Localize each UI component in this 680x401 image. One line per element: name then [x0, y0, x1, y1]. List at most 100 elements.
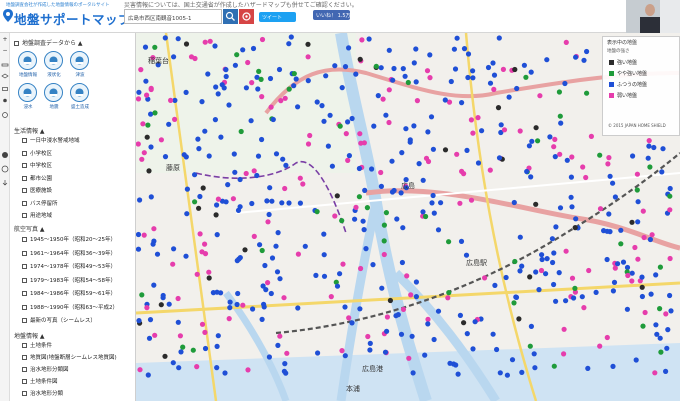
survey-point[interactable] — [558, 120, 564, 126]
survey-point[interactable] — [197, 231, 203, 237]
survey-point[interactable] — [319, 103, 325, 109]
survey-point[interactable] — [465, 74, 471, 81]
survey-point[interactable] — [148, 85, 154, 91]
survey-point[interactable] — [321, 252, 327, 258]
aerial-layer-checkbox[interactable] — [22, 237, 27, 242]
survey-point[interactable] — [305, 141, 312, 147]
survey-point[interactable] — [410, 370, 416, 376]
flood-icon[interactable] — [18, 83, 37, 102]
survey-point[interactable] — [464, 331, 470, 337]
survey-point[interactable] — [454, 35, 460, 41]
survey-point[interactable] — [343, 131, 349, 137]
survey-point[interactable] — [532, 365, 538, 371]
survey-point[interactable] — [356, 165, 362, 172]
survey-point[interactable] — [214, 343, 220, 349]
survey-point[interactable] — [551, 144, 557, 150]
survey-point[interactable] — [569, 154, 575, 160]
survey-point[interactable] — [413, 79, 419, 85]
ruler-icon[interactable] — [1, 61, 9, 69]
survey-point[interactable] — [232, 62, 238, 68]
survey-point[interactable] — [288, 34, 294, 40]
aerial-layer-checkbox[interactable] — [22, 318, 27, 323]
survey-point[interactable] — [386, 87, 392, 93]
survey-point[interactable] — [349, 320, 355, 326]
survey-point[interactable] — [367, 347, 373, 353]
survey-point[interactable] — [242, 247, 248, 253]
survey-point[interactable] — [544, 256, 550, 262]
survey-point[interactable] — [240, 47, 246, 53]
survey-point[interactable] — [212, 43, 218, 49]
survey-point[interactable] — [547, 134, 553, 140]
survey-point[interactable] — [222, 370, 228, 376]
survey-point[interactable] — [625, 272, 631, 279]
survey-point[interactable] — [329, 163, 335, 169]
survey-point[interactable] — [398, 331, 405, 337]
survey-point[interactable] — [610, 363, 616, 369]
survey-point[interactable] — [352, 216, 358, 222]
survey-point[interactable] — [375, 93, 381, 99]
survey-point[interactable] — [136, 246, 142, 252]
survey-point[interactable] — [259, 316, 265, 322]
survey-point[interactable] — [612, 265, 618, 271]
survey-point[interactable] — [521, 62, 527, 68]
survey-point[interactable] — [291, 83, 297, 89]
survey-point[interactable] — [196, 205, 202, 211]
help-icon[interactable] — [1, 165, 9, 173]
survey-point[interactable] — [624, 306, 630, 312]
survey-point[interactable] — [646, 143, 652, 149]
layers-icon[interactable] — [1, 73, 9, 81]
survey-point[interactable] — [265, 280, 271, 286]
survey-point[interactable] — [138, 67, 144, 73]
survey-point[interactable] — [202, 128, 208, 134]
life-layer-item[interactable]: 医療施設 — [22, 186, 52, 196]
survey-point[interactable] — [383, 112, 389, 118]
survey-point[interactable] — [461, 320, 467, 326]
survey-point[interactable] — [267, 75, 274, 82]
survey-point[interactable] — [358, 265, 364, 272]
survey-point[interactable] — [230, 196, 236, 202]
survey-point[interactable] — [667, 292, 673, 299]
zoom-out-button[interactable]: − — [1, 47, 9, 55]
survey-point[interactable] — [305, 41, 311, 47]
survey-point[interactable] — [607, 173, 613, 179]
map-canvas[interactable]: 稲葉台 藤原 広島 広島駅 広島港 本浦 — [136, 33, 680, 401]
life-layer-checkbox[interactable] — [22, 163, 27, 168]
survey-point[interactable] — [259, 136, 265, 143]
survey-point[interactable] — [428, 114, 435, 120]
survey-point[interactable] — [498, 122, 504, 128]
survey-point[interactable] — [620, 259, 627, 265]
survey-point[interactable] — [425, 316, 431, 322]
survey-point[interactable] — [284, 350, 290, 356]
survey-point[interactable] — [387, 297, 393, 304]
survey-point[interactable] — [632, 244, 638, 251]
survey-point[interactable] — [528, 174, 534, 180]
survey-point[interactable] — [639, 293, 645, 300]
survey-point[interactable] — [275, 230, 281, 236]
survey-point[interactable] — [557, 113, 563, 119]
survey-point[interactable] — [629, 278, 635, 284]
survey-point[interactable] — [618, 241, 624, 247]
survey-point[interactable] — [260, 283, 266, 289]
survey-point[interactable] — [147, 317, 154, 323]
survey-point[interactable] — [251, 233, 257, 239]
survey-point[interactable] — [665, 327, 671, 333]
survey-point[interactable] — [275, 342, 281, 348]
survey-point[interactable] — [664, 345, 670, 351]
survey-point[interactable] — [446, 239, 452, 245]
survey-point[interactable] — [597, 206, 604, 212]
survey-point[interactable] — [506, 94, 512, 100]
survey-point[interactable] — [199, 321, 206, 327]
survey-point[interactable] — [141, 232, 147, 238]
survey-point[interactable] — [383, 210, 389, 216]
survey-point[interactable] — [399, 259, 405, 266]
survey-point[interactable] — [357, 306, 363, 312]
survey-point[interactable] — [213, 212, 219, 218]
survey-point[interactable] — [461, 46, 468, 52]
survey-point[interactable] — [314, 209, 320, 215]
survey-point[interactable] — [195, 136, 201, 142]
survey-point[interactable] — [339, 348, 345, 354]
survey-point[interactable] — [409, 333, 415, 339]
survey-point[interactable] — [259, 36, 266, 43]
survey-point[interactable] — [370, 262, 376, 268]
survey-point[interactable] — [378, 65, 384, 71]
